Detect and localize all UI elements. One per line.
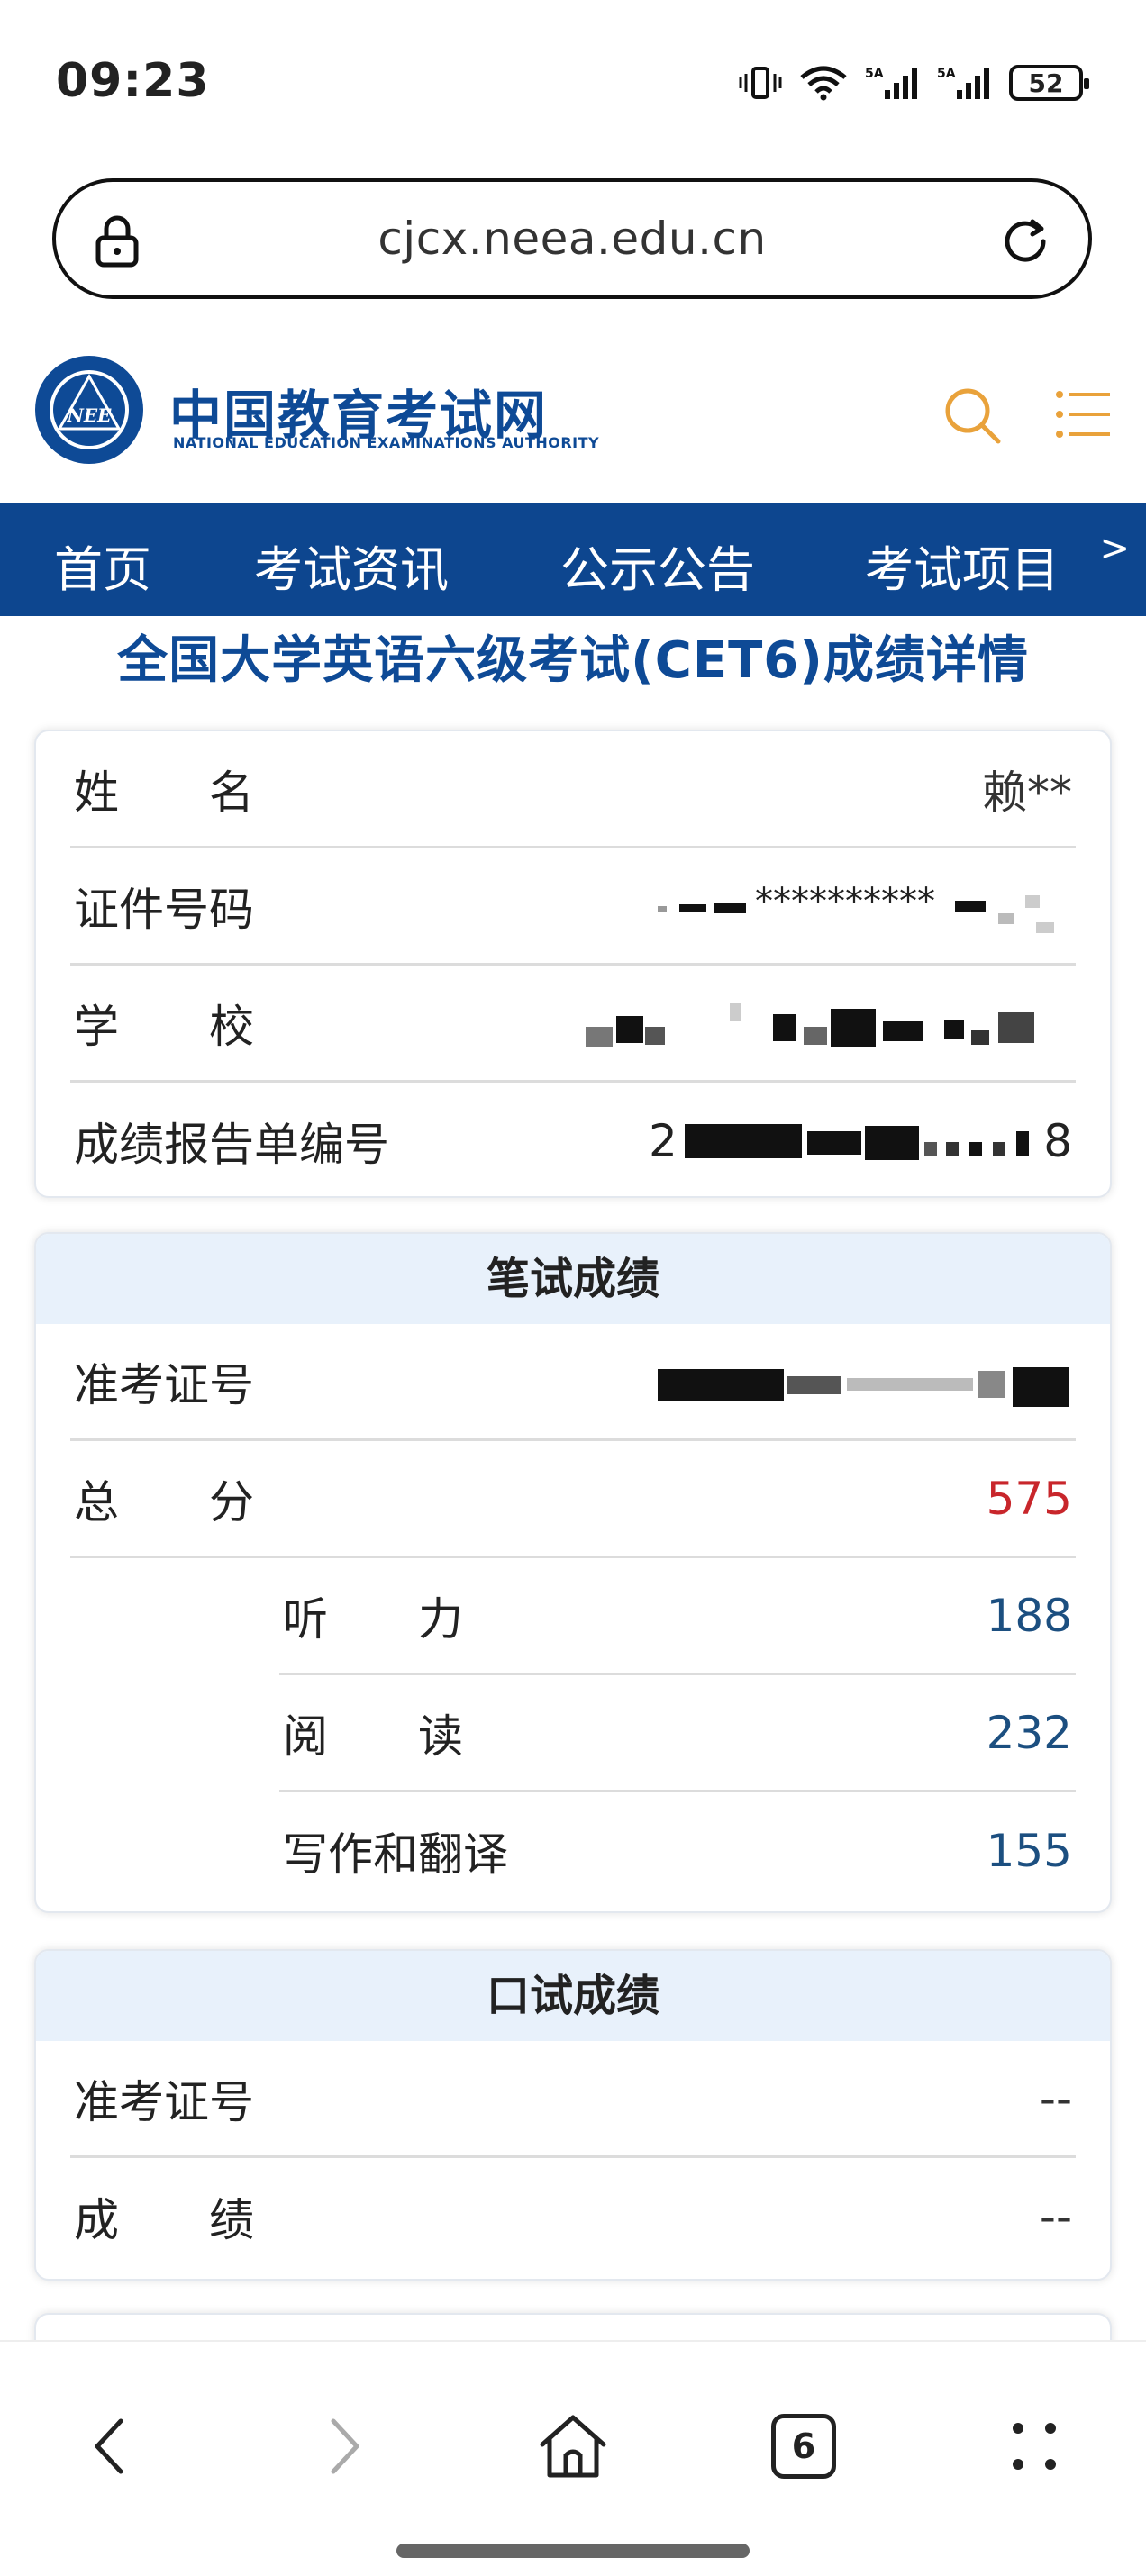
home-indicator[interactable] [396,2544,750,2558]
forward-icon[interactable] [305,2408,380,2484]
vibrate-icon [739,67,782,99]
battery-icon: 52 [1009,65,1089,101]
name-value: 赖** [982,766,1072,819]
tabs-button[interactable]: 6 [766,2408,841,2484]
home-icon[interactable] [535,2408,611,2484]
written-score-card: 笔试成绩 准考证号 总 分 575 听 力 188 阅 读 232 写作和翻译 … [34,1232,1112,1913]
id-label: 证件号码 [74,883,254,936]
nav-more-arrow[interactable]: > [1099,528,1130,569]
writing-translation-value: 155 [986,1825,1072,1877]
address-bar[interactable]: cjcx.neea.edu.cn [52,178,1092,299]
written-ticket-row: 准考证号 [70,1324,1076,1441]
oral-score-title: 口试成绩 [36,1951,1110,2041]
svg-text:5A: 5A [937,67,956,81]
report-number-row: 成绩报告单编号 2 8 [70,1083,1076,1196]
report-number-redacted: 2 8 [649,1113,1072,1171]
total-score-value: 575 [986,1472,1072,1525]
more-menu-icon[interactable] [996,2408,1072,2484]
name-label: 姓 名 [74,766,254,819]
total-score-row: 总 分 575 [70,1441,1076,1558]
menu-icon[interactable] [1054,387,1114,441]
id-row: 证件号码 ********** [70,848,1076,966]
reading-label: 阅 读 [283,1710,463,1763]
oral-score-row: 成 绩 -- [70,2158,1076,2275]
reload-icon[interactable] [998,214,1052,268]
total-score-label: 总 分 [74,1475,254,1528]
emblem-text: NEE [67,404,113,426]
wifi-icon [800,66,847,101]
status-icons: 5A 5A 52 [739,65,1089,101]
reading-value: 232 [986,1706,1072,1759]
oral-score-value: -- [1039,2191,1072,2243]
nav-item-home[interactable]: 首页 [54,530,151,601]
listening-row: 听 力 188 [279,1558,1076,1675]
written-ticket-label: 准考证号 [74,1358,254,1411]
written-ticket-redacted [658,1364,1072,1409]
signal-5g-icon: 5A [865,67,917,99]
signal-5g-icon: 5A [937,67,989,99]
written-score-title: 笔试成绩 [36,1234,1110,1324]
status-bar: 09:23 5A 5A 52 [0,0,1146,171]
oral-score-label: 成 绩 [74,2194,254,2246]
browser-bottom-bar: 6 [0,2340,1146,2576]
report-number-label: 成绩报告单编号 [74,1119,389,1171]
neea-emblem-logo[interactable]: NEE [32,353,146,467]
listening-label: 听 力 [283,1592,463,1646]
status-time: 09:23 [56,54,210,108]
oral-ticket-value: -- [1039,2072,1072,2125]
site-subtitle: NATIONAL EDUCATION EXAMINATIONS AUTHORIT… [173,434,600,451]
nav-item-exams[interactable]: 考试项目 [865,530,1060,601]
nav-item-notices[interactable]: 公示公告 [560,530,755,601]
school-label: 学 校 [74,1000,254,1053]
oral-ticket-row: 准考证号 -- [70,2041,1076,2158]
back-icon[interactable] [74,2408,150,2484]
school-value-redacted [586,996,1072,1054]
listening-value: 188 [986,1589,1072,1642]
page-title: 全国大学英语六级考试(CET6)成绩详情 [117,631,1029,690]
oral-score-card: 口试成绩 准考证号 -- 成 绩 -- [34,1949,1112,2281]
reading-row: 阅 读 232 [279,1675,1076,1792]
nav-item-news[interactable]: 考试资讯 [254,530,449,601]
school-row: 学 校 [70,966,1076,1083]
url-text[interactable]: cjcx.neea.edu.cn [377,213,766,265]
name-row: 姓 名 赖** [70,731,1076,848]
report-number-end: 8 [1043,1115,1072,1167]
main-nav: 首页 考试资讯 公示公告 考试项目 > [0,503,1146,616]
site-header: NEE 中国教育考试网 NATIONAL EDUCATION EXAMINATI… [0,342,1146,503]
lock-icon[interactable] [94,214,141,268]
oral-ticket-label: 准考证号 [74,2075,254,2128]
search-icon[interactable] [942,385,1002,445]
id-value-mask: ********** [755,881,935,922]
personal-info-card: 姓 名 赖** 证件号码 ********** 学 校 成绩报告单编号 2 8 [34,730,1112,1198]
tabs-count[interactable]: 6 [771,2414,836,2479]
writing-translation-label: 写作和翻译 [283,1828,508,1881]
id-value-redacted: ********** [658,881,1072,939]
writing-translation-row: 写作和翻译 155 [279,1792,1076,1909]
report-number-start: 2 [649,1115,678,1167]
svg-text:5A: 5A [865,67,884,81]
